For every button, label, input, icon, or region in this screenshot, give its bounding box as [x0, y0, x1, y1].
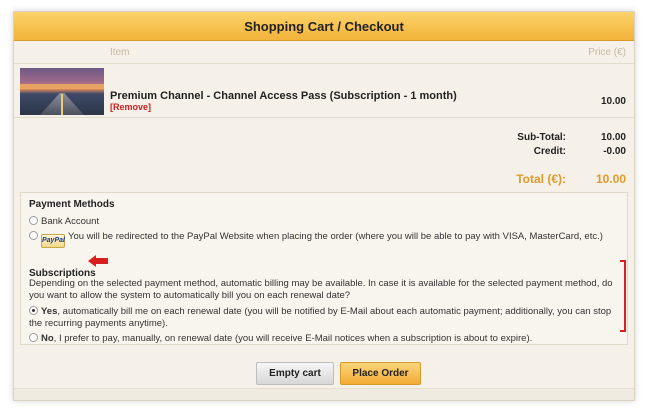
annotation-arrow-icon [88, 255, 110, 267]
payment-methods-title: Payment Methods [29, 199, 115, 210]
yes-bold-label: Yes [41, 306, 58, 317]
yes-text: , automatically bill me on each renewal … [29, 306, 612, 329]
no-text: , I prefer to pay, manually, on renewal … [53, 333, 533, 344]
auto-billing-yes-option[interactable]: Yes, automatically bill me on each renew… [29, 306, 619, 330]
checkout-panel: Shopping Cart / Checkout Item Price (€) … [13, 11, 635, 401]
no-bold-label: No [41, 333, 54, 344]
subtotal-label: Sub-Total: [517, 132, 566, 143]
page-title: Shopping Cart / Checkout [244, 19, 404, 34]
auto-billing-no-option[interactable]: No, I prefer to pay, manually, on renewa… [29, 333, 532, 344]
column-header-item: Item [110, 47, 130, 58]
product-thumbnail [20, 68, 104, 115]
subscriptions-description: Depending on the selected payment method… [29, 278, 613, 301]
auto-billing-yes-radio[interactable] [29, 306, 38, 315]
bank-account-radio[interactable] [29, 216, 38, 225]
checkout-header: Shopping Cart / Checkout [14, 12, 634, 41]
total-value: 10.00 [595, 172, 626, 186]
annotation-bracket [620, 260, 626, 332]
item-name: Premium Channel - Channel Access Pass (S… [110, 90, 457, 102]
credit-value: -0.00 [603, 146, 626, 157]
empty-cart-button[interactable]: Empty cart [256, 362, 334, 385]
auto-billing-no-radio[interactable] [29, 333, 38, 342]
bank-account-option[interactable]: Bank Account [29, 216, 99, 227]
paypal-logo-icon: PayPal [41, 234, 65, 248]
remove-item-link[interactable]: [Remove] [110, 102, 151, 112]
column-header-price: Price (€) [588, 47, 626, 58]
paypal-radio[interactable] [29, 231, 38, 240]
paypal-option[interactable]: PayPal You will be redirected to the PayP… [29, 231, 603, 248]
footer-bar [14, 388, 634, 400]
total-label: Total (€): [516, 172, 566, 186]
credit-label: Credit: [533, 146, 566, 157]
totals-section: Sub-Total: 10.00 Credit: -0.00 Total (€)… [14, 117, 634, 191]
subtotal-value: 10.00 [600, 132, 626, 143]
place-order-button[interactable]: Place Order [340, 362, 421, 385]
payment-options-box: Payment Methods Bank Account PayPal You w… [20, 192, 628, 345]
bank-account-label: Bank Account [41, 216, 100, 227]
cart-item-row: Premium Channel - Channel Access Pass (S… [14, 63, 634, 115]
paypal-label: You will be redirected to the PayPal Web… [68, 231, 603, 242]
item-price: 10.00 [600, 96, 626, 107]
